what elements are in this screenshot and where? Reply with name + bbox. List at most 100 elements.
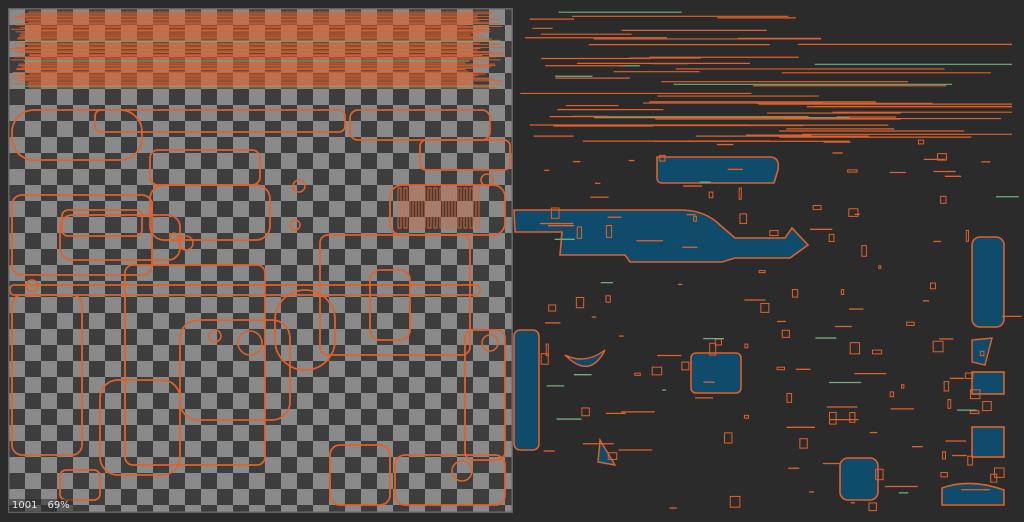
uv-island-fragment[interactable] — [889, 391, 895, 398]
uv-island-fragment[interactable] — [581, 407, 590, 417]
uv-island-comb[interactable] — [433, 187, 438, 229]
uv-island-fragment[interactable] — [994, 467, 1005, 478]
uv-island-fragment[interactable] — [743, 414, 750, 419]
uv-island-outline[interactable] — [369, 269, 411, 341]
uv-island-outline[interactable] — [11, 109, 143, 161]
uv-island-fragment[interactable] — [791, 289, 799, 298]
uv-island-outline[interactable] — [394, 454, 506, 506]
uv-island-fragment[interactable] — [548, 304, 557, 312]
uv-island-fragment[interactable] — [776, 366, 786, 371]
uv-island-comb[interactable] — [451, 187, 456, 229]
uv-island-fragment[interactable] — [708, 191, 714, 199]
uv-island-fragment[interactable] — [982, 401, 992, 412]
uv-island-outline[interactable] — [99, 379, 181, 476]
uv-island-comb[interactable] — [427, 187, 432, 229]
uv-island-comb[interactable] — [403, 187, 408, 229]
uv-island-fragment[interactable] — [799, 438, 808, 449]
uv-island-overlap[interactable] — [513, 209, 810, 263]
uv-island-fragment[interactable] — [847, 169, 858, 173]
uv-island-overlap[interactable] — [971, 371, 1005, 395]
uv-island-overlap[interactable] — [941, 482, 1005, 506]
uv-island-overlap[interactable] — [656, 156, 780, 184]
uv-island-round[interactable] — [208, 329, 222, 343]
uv-island-fragment[interactable] — [769, 230, 779, 237]
uv-island-fragment[interactable] — [940, 471, 948, 478]
uv-island-round[interactable] — [178, 235, 194, 251]
uv-island-round[interactable] — [481, 334, 499, 352]
uv-island-comb[interactable] — [463, 187, 468, 229]
uv-island-fragment[interactable] — [990, 473, 998, 483]
uv-island-fragment[interactable] — [781, 329, 790, 338]
uv-island-fragment[interactable] — [575, 297, 585, 309]
uv-island-outline[interactable] — [149, 184, 271, 241]
uv-island-round[interactable] — [237, 330, 263, 356]
uv-island-fragment[interactable] — [634, 372, 641, 376]
uv-island-fragment[interactable] — [738, 187, 742, 200]
uv-island-fragment[interactable] — [786, 393, 793, 403]
uv-island-fragment[interactable] — [812, 205, 822, 211]
uv-island-fragment[interactable] — [942, 451, 947, 460]
uv-island-round[interactable] — [25, 279, 39, 293]
uv-island-fragment[interactable] — [840, 289, 845, 296]
uv-island-comb[interactable] — [475, 187, 480, 229]
uv-island-fragment[interactable] — [878, 265, 882, 269]
uv-island-fragment[interactable] — [871, 349, 883, 355]
uv-island-comb[interactable] — [409, 187, 414, 229]
uv-island-comb[interactable] — [469, 187, 474, 229]
uv-island-outline[interactable] — [349, 109, 491, 141]
uv-island-fragment[interactable] — [828, 411, 837, 425]
uv-island-round[interactable] — [289, 219, 301, 231]
uv-island-comb[interactable] — [397, 187, 402, 229]
uv-island-fragment[interactable] — [969, 410, 980, 415]
uv-island-fragment[interactable] — [849, 342, 860, 355]
uv-island-round[interactable] — [451, 460, 473, 482]
uv-island-outline[interactable] — [329, 444, 391, 506]
uv-islands-overlay[interactable] — [0, 0, 1024, 522]
uv-editor-viewport[interactable]: 1001 69% — [0, 0, 1024, 522]
uv-island-outline[interactable] — [11, 294, 83, 456]
uv-island-outline[interactable] — [59, 214, 181, 261]
uv-island-overlap[interactable] — [690, 352, 742, 394]
uv-island-overlap[interactable] — [564, 349, 606, 367]
uv-island-round[interactable] — [292, 179, 306, 193]
uv-island-fragment[interactable] — [758, 270, 766, 274]
uv-island-fragment[interactable] — [929, 282, 936, 290]
uv-island-comb[interactable] — [421, 187, 426, 229]
uv-island-fragment[interactable] — [744, 343, 749, 349]
uv-island-overlap[interactable] — [513, 329, 540, 451]
uv-island-comb[interactable] — [445, 187, 450, 229]
uv-island-outline[interactable] — [179, 319, 291, 421]
uv-island-outline[interactable] — [61, 209, 143, 237]
uv-island-fragment[interactable] — [729, 495, 741, 508]
uv-island-comb[interactable] — [457, 187, 462, 229]
uv-island-fragment[interactable] — [760, 302, 770, 313]
uv-island-fragment[interactable] — [940, 195, 947, 204]
uv-island-fragment[interactable] — [724, 432, 733, 444]
uv-island-fragment[interactable] — [947, 399, 952, 409]
uv-island-outline[interactable] — [59, 469, 101, 501]
uv-island-overlap[interactable] — [971, 426, 1005, 458]
uv-island-fragment[interactable] — [651, 366, 663, 376]
uv-island-overlap[interactable] — [971, 236, 1005, 328]
uv-island-fragment[interactable] — [868, 502, 877, 512]
uv-island-outline[interactable] — [11, 194, 153, 276]
uv-island-outline[interactable] — [274, 289, 336, 371]
uv-island-overlap[interactable] — [839, 457, 879, 501]
uv-island-fragment[interactable] — [681, 361, 690, 371]
uv-island-fragment[interactable] — [714, 338, 722, 346]
uv-island-fragment[interactable] — [932, 340, 944, 353]
uv-island-fragment[interactable] — [849, 412, 856, 423]
uv-island-fragment[interactable] — [828, 233, 835, 243]
uv-island-outline[interactable] — [419, 139, 511, 171]
uv-island-outline[interactable] — [149, 149, 261, 186]
uv-island-comb[interactable] — [439, 187, 444, 229]
uv-island-fragment[interactable] — [917, 139, 925, 145]
uv-island-fragment[interactable] — [739, 213, 748, 224]
uv-island-fragment[interactable] — [906, 321, 915, 326]
uv-island-fragment[interactable] — [861, 245, 867, 257]
uv-island-fragment[interactable] — [605, 295, 611, 303]
uv-island-fragment[interactable] — [901, 384, 905, 389]
uv-island-fragment[interactable] — [965, 229, 970, 242]
uv-island-comb[interactable] — [415, 187, 420, 229]
uv-island-fragment[interactable] — [848, 208, 859, 217]
